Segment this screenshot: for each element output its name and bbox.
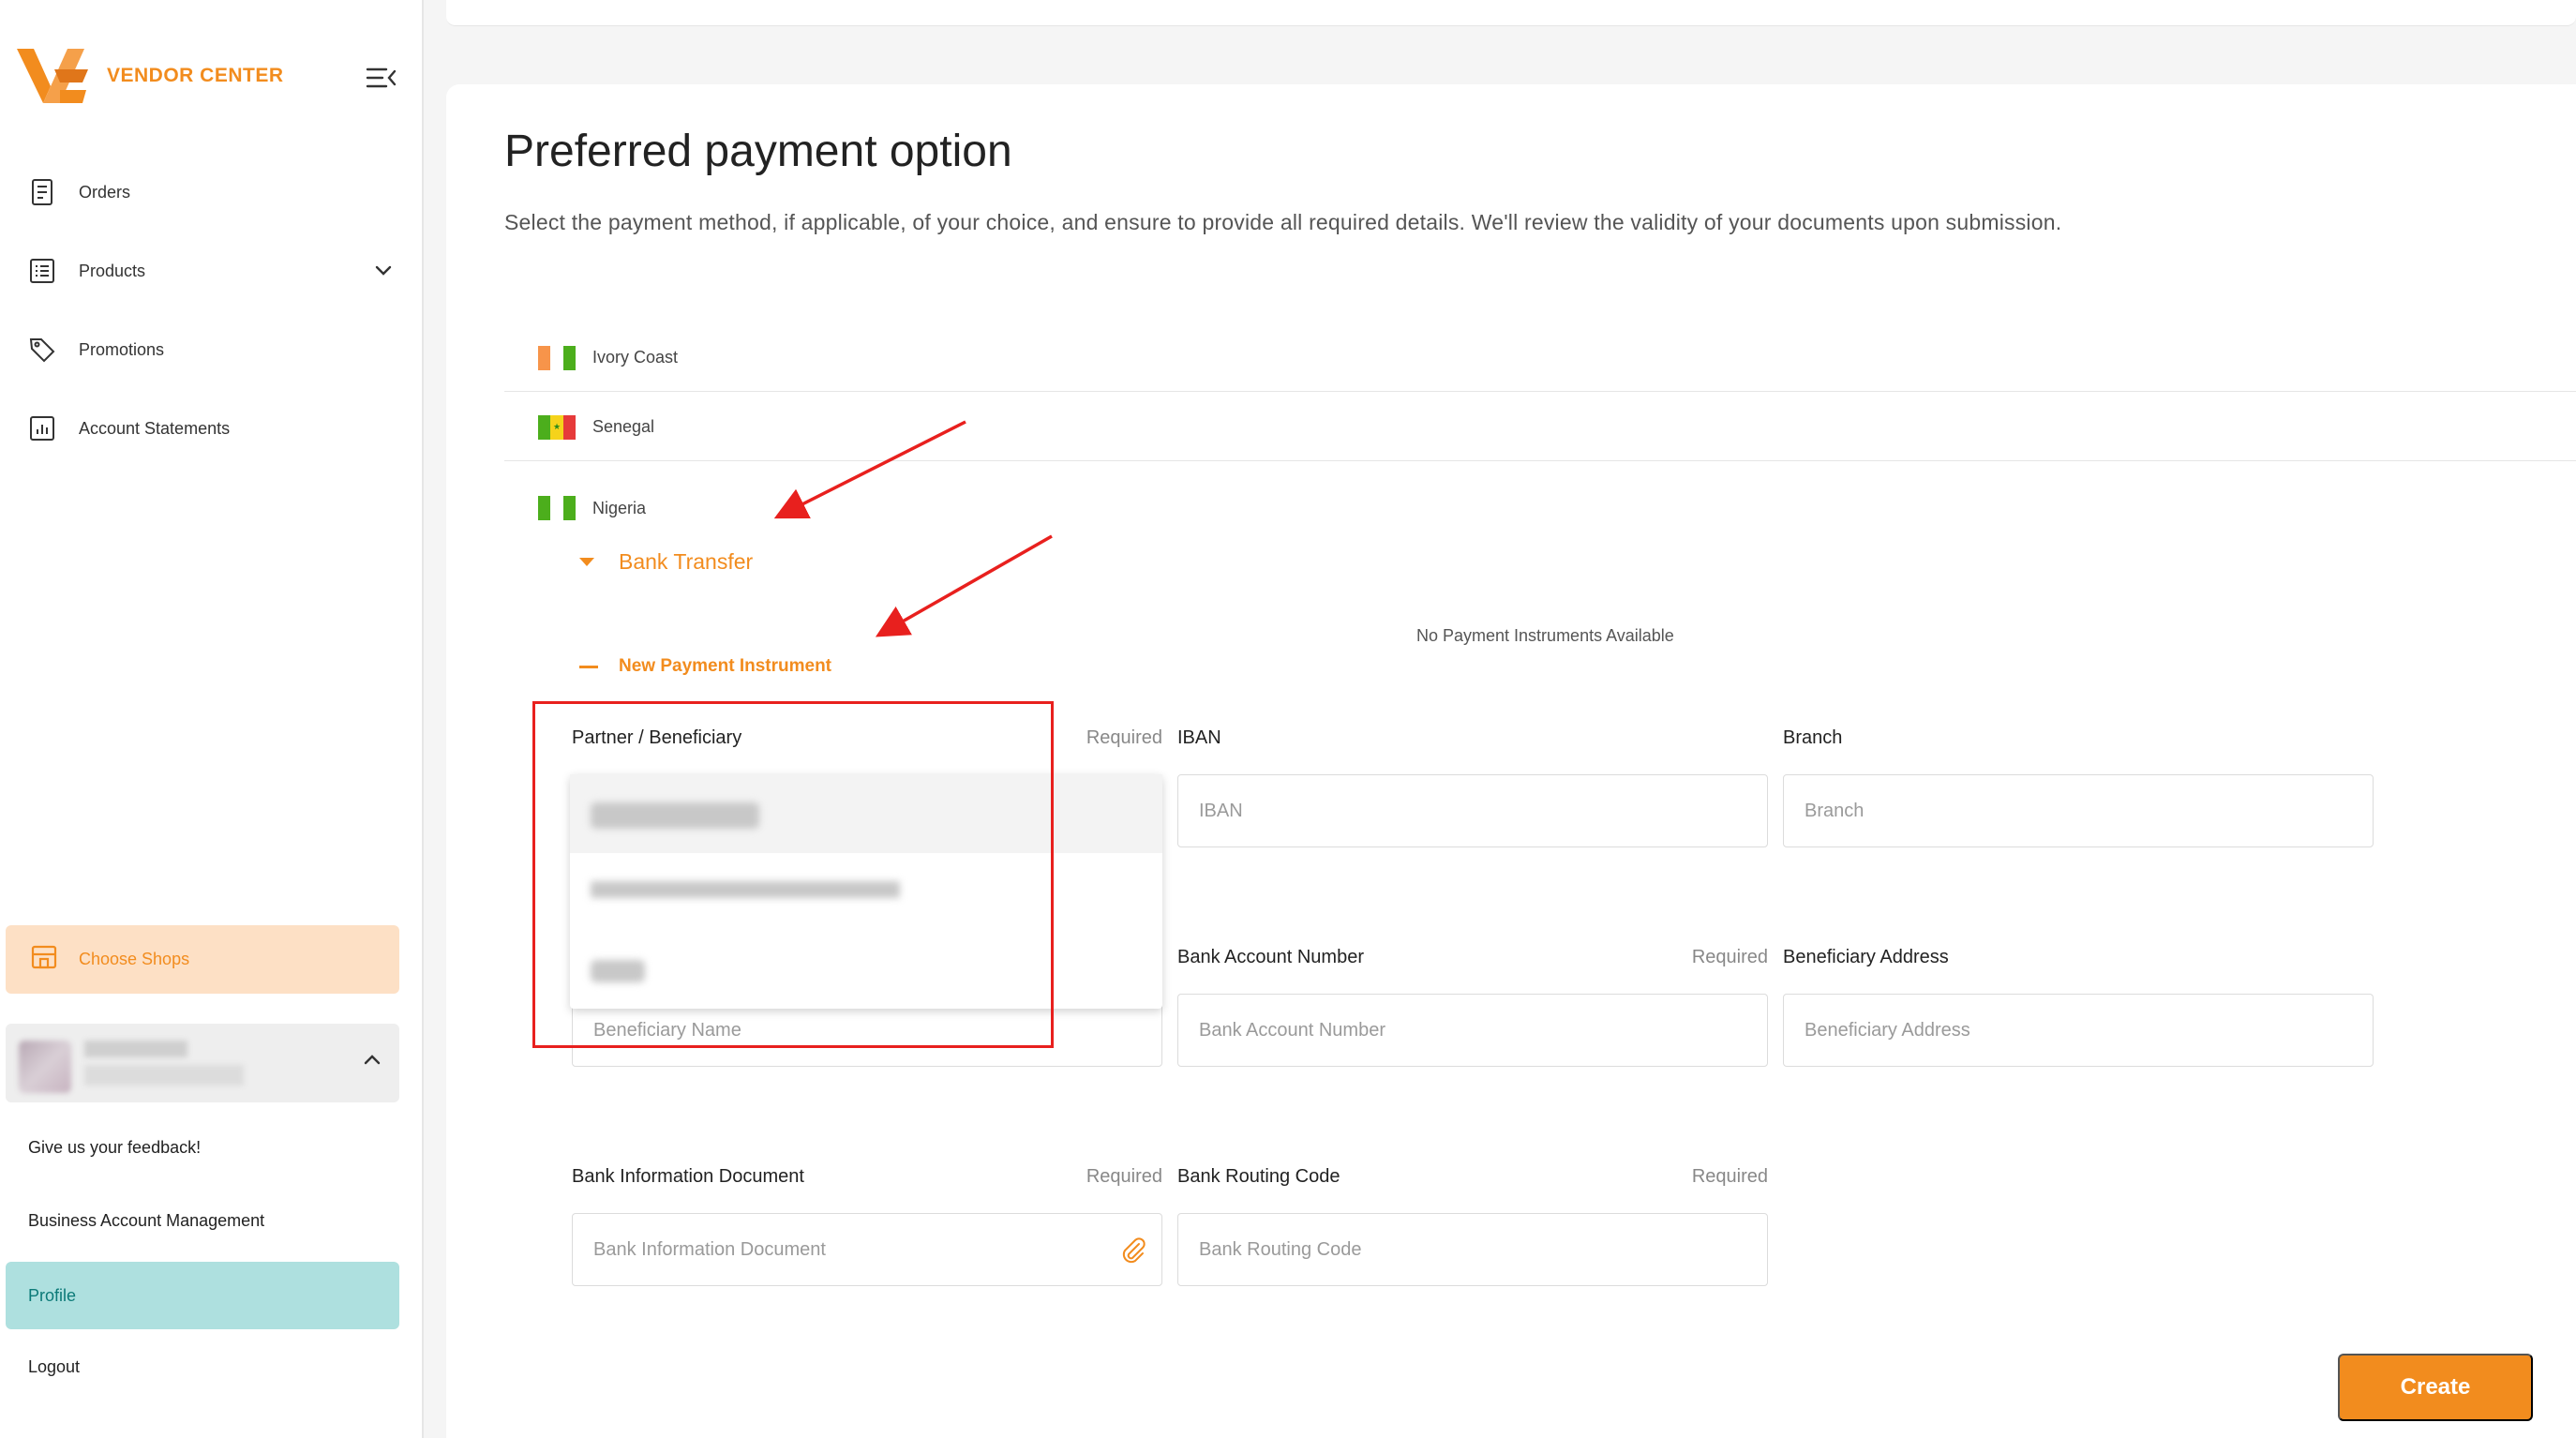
- top-bar: [446, 0, 2576, 26]
- sidebar: VENDOR CENTER Orders Products Promotions…: [0, 0, 424, 1438]
- bank-info-doc-placeholder: Bank Information Document: [593, 1238, 826, 1260]
- iban-label: IBAN: [1177, 727, 1221, 748]
- no-instruments-message: No Payment Instruments Available: [1416, 626, 1674, 645]
- nigeria-flag-icon: [538, 496, 576, 520]
- profile-label: Profile: [28, 1285, 77, 1305]
- bank-account-number-required: Required: [1691, 947, 1768, 967]
- store-icon: [30, 944, 58, 975]
- country-senegal[interactable]: ★ Senegal: [504, 394, 2576, 461]
- senegal-flag-icon: ★: [538, 414, 576, 440]
- sidebar-item-products[interactable]: Products: [28, 250, 394, 292]
- iban-input[interactable]: IBAN: [1177, 774, 1768, 847]
- vendor-center-logo-icon: [17, 49, 88, 103]
- account-switcher[interactable]: [6, 1024, 399, 1102]
- page-title: Preferred payment option: [504, 127, 1012, 176]
- bank-routing-code-label: Bank Routing Code: [1177, 1166, 1340, 1187]
- highlight-annotation-box: [532, 701, 1054, 1048]
- choose-shops-button[interactable]: Choose Shops: [6, 925, 399, 994]
- avatar: [19, 1041, 71, 1093]
- beneficiary-address-input[interactable]: Beneficiary Address: [1783, 994, 2374, 1067]
- country-ivory-coast[interactable]: Ivory Coast: [504, 324, 2576, 392]
- profile-link[interactable]: Profile: [6, 1262, 399, 1329]
- bank-info-doc-label: Bank Information Document: [572, 1166, 804, 1187]
- create-button[interactable]: Create: [2338, 1354, 2533, 1421]
- chevron-up-icon[interactable]: [362, 1050, 382, 1075]
- country-label: Nigeria: [592, 498, 647, 517]
- sidebar-item-label: Products: [79, 261, 146, 280]
- brand-name: VENDOR CENTER: [107, 65, 284, 86]
- choose-shops-label: Choose Shops: [79, 950, 190, 968]
- country-label: Ivory Coast: [592, 348, 679, 367]
- sidebar-item-label: Orders: [79, 182, 131, 202]
- page-description: Select the payment method, if applicable…: [504, 210, 2062, 234]
- bank-routing-code-required: Required: [1691, 1166, 1768, 1187]
- sidebar-item-label: Promotions: [79, 339, 165, 359]
- feedback-link[interactable]: Give us your feedback!: [28, 1138, 201, 1158]
- receipt-icon: [28, 178, 56, 206]
- sidebar-item-orders[interactable]: Orders: [28, 172, 394, 213]
- branch-input[interactable]: Branch: [1783, 774, 2374, 847]
- chart-icon: [28, 414, 56, 442]
- branch-label: Branch: [1783, 727, 1843, 748]
- account-email-redacted: [84, 1065, 244, 1086]
- caret-down-icon: [579, 558, 594, 566]
- new-instrument-label: New Payment Instrument: [619, 656, 831, 676]
- bank-transfer-label: Bank Transfer: [619, 549, 754, 574]
- business-account-link[interactable]: Business Account Management: [28, 1211, 264, 1231]
- account-name-redacted: [84, 1041, 187, 1057]
- bank-account-number-label: Bank Account Number: [1177, 947, 1364, 967]
- logout-link[interactable]: Logout: [28, 1357, 80, 1377]
- collapse-dash-icon: [579, 665, 598, 668]
- bank-account-number-input[interactable]: Bank Account Number: [1177, 994, 1768, 1067]
- collapse-menu-icon[interactable]: [366, 66, 397, 90]
- brand-logo[interactable]: VENDOR CENTER: [17, 49, 284, 103]
- bank-transfer-toggle[interactable]: Bank Transfer: [579, 549, 753, 575]
- paperclip-icon[interactable]: [1120, 1236, 1146, 1270]
- ivory-coast-flag-icon: [538, 345, 576, 370]
- sidebar-item-promotions[interactable]: Promotions: [28, 329, 394, 370]
- sidebar-item-account-statements[interactable]: Account Statements: [28, 408, 394, 449]
- list-icon: [28, 257, 56, 285]
- bank-info-doc-required: Required: [1086, 1166, 1162, 1187]
- bank-info-doc-upload[interactable]: Bank Information Document: [572, 1213, 1162, 1286]
- country-label: Senegal: [592, 417, 655, 436]
- beneficiary-address-label: Beneficiary Address: [1783, 947, 1949, 967]
- new-payment-instrument-toggle[interactable]: New Payment Instrument: [579, 656, 831, 677]
- tag-icon: [28, 336, 56, 364]
- sidebar-item-label: Account Statements: [79, 418, 231, 438]
- country-nigeria[interactable]: Nigeria: [504, 474, 2576, 542]
- chevron-down-icon[interactable]: [373, 260, 394, 285]
- bank-routing-code-input[interactable]: Bank Routing Code: [1177, 1213, 1768, 1286]
